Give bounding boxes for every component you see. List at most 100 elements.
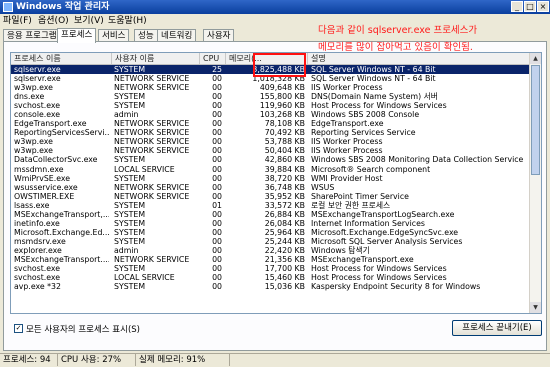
- table-row[interactable]: dns.exe SYSTEM 00 155,800 KB DNS(Domain Name…: [11, 92, 531, 101]
- process-cpu: 00: [212, 101, 222, 111]
- process-description: 로컬 보안 권한 프로세스: [311, 200, 391, 210]
- annotation-line-2: 메모리를 많이 잡아먹고 있음이 확인됨.: [318, 42, 473, 53]
- menu-file[interactable]: 파일(F): [3, 14, 32, 28]
- table-row[interactable]: w3wp.exe NETWORK SERVICE 00 409,648 KB IIS W…: [11, 83, 531, 92]
- process-cpu: 00: [212, 128, 222, 138]
- process-user: SYSTEM: [114, 155, 146, 165]
- process-memory: 22,420 KB: [264, 245, 305, 255]
- process-user: SYSTEM: [114, 173, 146, 183]
- process-description: Host Process for Windows Services: [311, 273, 447, 283]
- tab-processes[interactable]: 프로세스: [57, 28, 97, 43]
- table-row[interactable]: wsusservice.exe NETWORK SERVICE 00 36,748 K…: [11, 183, 531, 192]
- table-row[interactable]: mssdmn.exe LOCAL SERVICE 00 39,884 KB Micros…: [11, 165, 531, 174]
- process-memory: 155,800 KB: [259, 92, 305, 102]
- title-bar: Windows 작업 관리자 _ □ ×: [0, 0, 550, 14]
- process-name: w3wp.exe: [14, 137, 53, 147]
- process-name: console.exe: [14, 110, 61, 120]
- process-cpu: 00: [212, 119, 222, 129]
- scroll-thumb[interactable]: [531, 65, 540, 175]
- memory-highlight-box: [253, 53, 306, 77]
- process-memory: 42,860 KB: [264, 155, 305, 165]
- process-description: IIS Worker Process: [311, 146, 383, 156]
- table-row[interactable]: Microsoft.Exchange.Ed... SYSTEM 00 25,964 K…: [11, 228, 531, 237]
- process-memory: 35,952 KB: [264, 191, 305, 201]
- process-description: Windows SBS 2008 Monitoring Data Collect…: [311, 155, 524, 165]
- vertical-scrollbar[interactable]: ▲ ▼: [529, 53, 541, 313]
- table-row[interactable]: MSExchangeTransport,... SYSTEM 00 26,884 KB…: [11, 210, 531, 219]
- close-button[interactable]: ×: [537, 1, 549, 12]
- process-memory: 36,748 KB: [264, 182, 305, 192]
- show-all-users-checkbox[interactable]: ✓: [14, 324, 23, 333]
- process-name: inetinfo.exe: [14, 218, 60, 228]
- process-description: Microsoft SQL Server Analysis Services: [311, 236, 463, 246]
- table-row[interactable]: w3wp.exe NETWORK SERVICE 00 50,404 KB IIS Wo…: [11, 146, 531, 155]
- process-user: SYSTEM: [114, 236, 146, 246]
- process-name: sqlservr.exe: [14, 65, 61, 74]
- task-manager-icon: [3, 2, 13, 12]
- maximize-button[interactable]: □: [524, 1, 536, 12]
- process-memory: 17,700 KB: [264, 264, 305, 274]
- window-title: Windows 작업 관리자: [16, 2, 110, 12]
- process-description: Reporting Services Service: [311, 128, 416, 138]
- process-list[interactable]: 프로세스 이름 사용자 이름 CPU 메모리(... 설명 sqlservr.e…: [10, 52, 542, 314]
- process-description: Microsoft® Search component: [311, 164, 431, 174]
- process-cpu: 25: [212, 65, 222, 74]
- process-rows: sqlservr.exe SYSTEM 25 3,825,488 KB SQL Serv…: [11, 65, 531, 291]
- process-memory: 78,108 KB: [264, 119, 305, 129]
- show-all-users-label[interactable]: 모든 사용자의 프로세스 표시(S): [26, 323, 140, 335]
- process-memory: 25,964 KB: [264, 227, 305, 237]
- table-row[interactable]: MSExchangeTransport.... NETWORK SERVICE 00…: [11, 255, 531, 264]
- end-process-button[interactable]: 프로세스 끝내기(E): [452, 320, 542, 336]
- table-row[interactable]: ReportingServicesServi... NETWORK SERVICE…: [11, 128, 531, 137]
- process-name: svchost.exe: [14, 101, 61, 111]
- process-name: EdgeTransport.exe: [14, 119, 87, 129]
- table-row[interactable]: msmdsrv.exe SYSTEM 00 25,244 KB Microsoft SQ…: [11, 237, 531, 246]
- process-user: NETWORK SERVICE: [114, 137, 190, 147]
- process-name: mssdmn.exe: [14, 164, 64, 174]
- table-row[interactable]: svchost.exe SYSTEM 00 17,700 KB Host Process…: [11, 264, 531, 273]
- process-name: sqlservr.exe: [14, 74, 61, 84]
- process-description: SQL Server Windows NT - 64 Bit: [311, 74, 436, 84]
- process-description: SQL Server Windows NT - 64 Bit: [311, 65, 436, 74]
- process-name: MSExchangeTransport,...: [14, 209, 109, 219]
- table-row[interactable]: WmiPrvSE.exe SYSTEM 00 38,720 KB WMI Provide…: [11, 174, 531, 183]
- table-row[interactable]: w3wp.exe NETWORK SERVICE 00 53,788 KB IIS Wo…: [11, 137, 531, 146]
- column-header-cpu[interactable]: CPU: [200, 53, 226, 64]
- table-row[interactable]: lsass.exe SYSTEM 01 33,572 KB 로컬 보안 권한 프로세스: [11, 201, 531, 210]
- menu-help[interactable]: 도움말(H): [108, 14, 147, 28]
- table-row[interactable]: svchost.exe LOCAL SERVICE 00 15,460 KB Host …: [11, 273, 531, 282]
- table-row[interactable]: DataCollectorSvc.exe SYSTEM 00 42,860 KB Win…: [11, 155, 531, 164]
- menu-view[interactable]: 보기(V): [74, 14, 104, 28]
- process-name: svchost.exe: [14, 273, 61, 283]
- minimize-button[interactable]: _: [511, 1, 523, 12]
- table-row[interactable]: console.exe admin 00 103,268 KB Windows SBS …: [11, 110, 531, 119]
- process-cpu: 00: [212, 218, 222, 228]
- process-user: NETWORK SERVICE: [114, 128, 190, 138]
- process-cpu: 00: [212, 245, 222, 255]
- process-user: SYSTEM: [114, 264, 146, 274]
- process-user: NETWORK SERVICE: [114, 254, 190, 264]
- table-row[interactable]: inetinfo.exe SYSTEM 00 26,084 KB Internet In…: [11, 219, 531, 228]
- table-row[interactable]: explorer.exe admin 00 22,420 KB Windows 탐색기: [11, 246, 531, 255]
- menu-options[interactable]: 옵션(O): [38, 14, 69, 28]
- process-cpu: 00: [212, 92, 222, 102]
- process-description: Host Process for Windows Services: [311, 101, 447, 111]
- table-row[interactable]: EdgeTransport.exe NETWORK SERVICE 00 78,108…: [11, 119, 531, 128]
- process-cpu: 00: [212, 264, 222, 274]
- scroll-down-arrow-icon[interactable]: ▼: [530, 302, 541, 313]
- table-row[interactable]: avp.exe *32 SYSTEM 00 15,036 KB Kaspersky En…: [11, 282, 531, 291]
- column-header-user[interactable]: 사용자 이름: [112, 53, 200, 64]
- process-description: Microsoft.Exchange.EdgeSyncSvc.exe: [311, 227, 459, 237]
- process-name: dns.exe: [14, 92, 45, 102]
- column-header-name[interactable]: 프로세스 이름: [11, 53, 112, 64]
- process-name: Microsoft.Exchange.Ed...: [14, 227, 109, 237]
- process-name: explorer.exe: [14, 245, 62, 255]
- process-user: LOCAL SERVICE: [114, 273, 175, 283]
- process-memory: 119,960 KB: [259, 101, 305, 111]
- process-user: SYSTEM: [114, 209, 146, 219]
- table-row[interactable]: svchost.exe SYSTEM 00 119,960 KB Host Proces…: [11, 101, 531, 110]
- process-description: WSUS: [311, 182, 335, 192]
- process-user: SYSTEM: [114, 200, 146, 210]
- process-memory: 25,244 KB: [264, 236, 305, 246]
- table-row[interactable]: OWSTIMER.EXE NETWORK SERVICE 00 35,952 KB Sh…: [11, 192, 531, 201]
